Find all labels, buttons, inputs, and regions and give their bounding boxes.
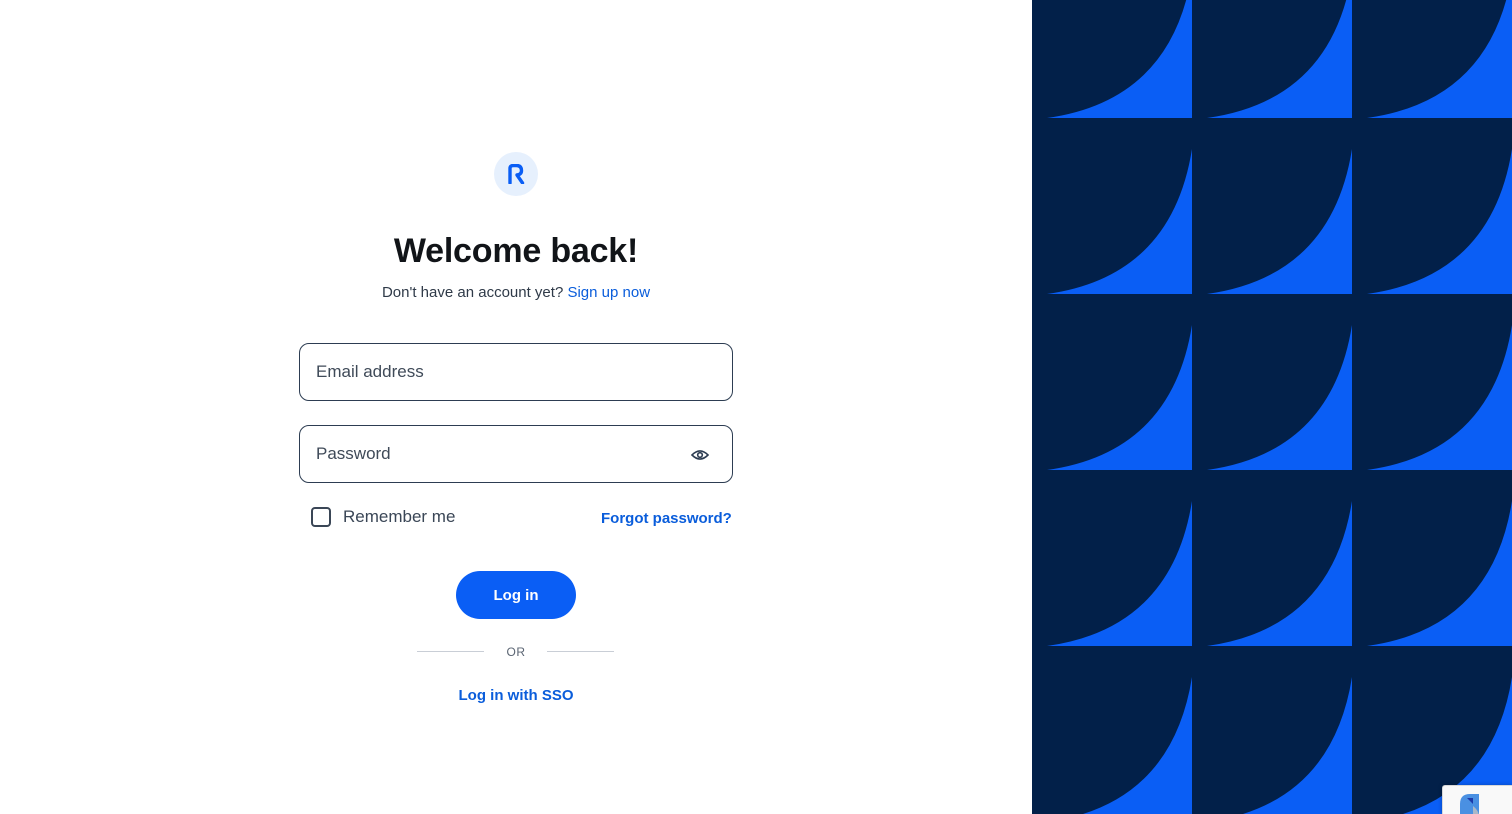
sso-login-link[interactable]: Log in with SSO xyxy=(459,687,574,704)
pattern-shape xyxy=(1047,325,1192,470)
pattern-shape xyxy=(1207,0,1352,118)
decorative-pattern xyxy=(1047,0,1512,814)
divider-line-right xyxy=(547,651,614,652)
pattern-shape xyxy=(1047,0,1192,118)
signup-prompt-text: Don't have an account yet? xyxy=(381,284,564,301)
login-panel: Welcome back! Don't have an account yet?… xyxy=(0,0,1032,814)
pattern-shape xyxy=(1207,149,1352,294)
remember-me[interactable]: Remember me xyxy=(311,507,455,527)
remember-me-label: Remember me xyxy=(343,507,456,526)
pattern-shape xyxy=(1082,677,1192,814)
password-input[interactable] xyxy=(300,426,732,482)
password-visibility-toggle[interactable] xyxy=(690,445,710,465)
pattern-shape xyxy=(1367,149,1512,294)
pattern-shape xyxy=(1047,149,1192,294)
recaptcha-logo-icon xyxy=(1460,794,1479,814)
pattern-shape xyxy=(1367,325,1512,470)
brand-r-logo-icon xyxy=(508,164,525,184)
email-field[interactable] xyxy=(299,343,733,401)
signup-prompt: Don't have an account yet? Sign up now xyxy=(0,284,1032,301)
pattern-shape xyxy=(1047,501,1192,646)
login-page: Welcome back! Don't have an account yet?… xyxy=(0,0,1512,814)
signup-link[interactable]: Sign up now xyxy=(567,284,650,301)
sso-row: Log in with SSO xyxy=(0,687,1032,704)
password-field[interactable] xyxy=(299,425,733,483)
pattern-shape xyxy=(1242,677,1352,814)
email-input[interactable] xyxy=(300,344,732,400)
decorative-pattern-panel xyxy=(1032,0,1512,814)
eye-icon xyxy=(691,450,709,460)
pattern-shape xyxy=(1207,501,1352,646)
pattern-shape xyxy=(1367,0,1512,118)
pattern-shape xyxy=(1367,501,1512,646)
recaptcha-badge[interactable] xyxy=(1442,785,1512,814)
page-title: Welcome back! xyxy=(393,232,639,270)
login-button[interactable]: Log in xyxy=(456,571,576,619)
remember-me-checkbox[interactable] xyxy=(311,507,331,527)
brand-logo xyxy=(494,152,538,196)
pattern-shape xyxy=(1207,325,1352,470)
forgot-password-link[interactable]: Forgot password? xyxy=(601,510,732,527)
divider-text: OR xyxy=(506,645,526,659)
